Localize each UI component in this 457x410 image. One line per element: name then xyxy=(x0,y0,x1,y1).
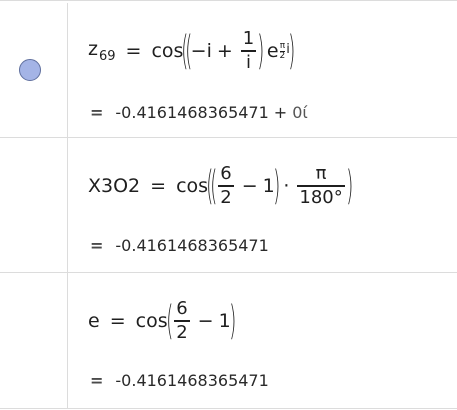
close-paren: ) xyxy=(273,163,281,209)
definition-input[interactable]: X3O2 = cos ( ( 6 2 − 1 ) · π 180° ) xyxy=(88,158,354,214)
algebra-row-e[interactable]: e = cos ( 6 2 − 1 ) = -0.4161468365471 xyxy=(0,273,457,409)
fraction-one-over-i: 1 i xyxy=(240,28,257,73)
equals-sign: = xyxy=(150,175,167,197)
fraction-pi-over-180: π 180° xyxy=(297,163,345,208)
marble-column xyxy=(0,273,68,408)
close-paren: ) xyxy=(228,298,237,344)
object-label: X3O2 xyxy=(88,175,141,197)
result-output: = -0.4161468365471 xyxy=(90,371,269,390)
cos-function: cos xyxy=(176,175,209,197)
marble-column xyxy=(0,3,68,137)
marble-column xyxy=(0,138,68,272)
close-paren: ) xyxy=(288,28,296,74)
open-paren: ( xyxy=(209,163,217,209)
open-paren: ( xyxy=(185,28,193,74)
visibility-toggle-marble[interactable] xyxy=(19,59,41,81)
algebra-row-x3o2[interactable]: X3O2 = cos ( ( 6 2 − 1 ) · π 180° ) = -0.… xyxy=(0,138,457,273)
neg-i-term: −i xyxy=(190,40,212,62)
result-output: = -0.4161468365471 +0ί xyxy=(90,103,308,122)
fraction-six-over-two: 6 2 xyxy=(174,298,190,343)
definition-input[interactable]: e = cos ( 6 2 − 1 ) xyxy=(88,293,237,349)
multiply-dot: · xyxy=(283,175,290,197)
minus-operator: − xyxy=(197,310,214,332)
object-label: e xyxy=(88,310,100,332)
result-output: = -0.4161468365471 xyxy=(90,236,269,255)
cos-function: cos xyxy=(151,40,184,62)
equals-sign: = xyxy=(109,310,126,332)
close-paren: ) xyxy=(346,163,354,209)
object-label: z69 xyxy=(88,38,116,64)
cos-function: cos xyxy=(135,310,168,332)
fraction-six-over-two: 6 2 xyxy=(218,163,234,208)
plus-operator: + xyxy=(216,40,233,62)
algebra-row-z69[interactable]: z69 = cos ( ( −i + 1 i ) e π 2 i ) = -0.… xyxy=(0,3,457,138)
definition-input[interactable]: z69 = cos ( ( −i + 1 i ) e π 2 i ) xyxy=(88,23,296,79)
algebra-view: z69 = cos ( ( −i + 1 i ) e π 2 i ) = -0.… xyxy=(0,0,457,410)
exp-base: e xyxy=(266,40,279,62)
close-paren: ) xyxy=(257,28,265,74)
open-paren: ( xyxy=(165,298,173,344)
minus-operator: − xyxy=(241,175,258,197)
equals-sign: = xyxy=(125,40,142,62)
